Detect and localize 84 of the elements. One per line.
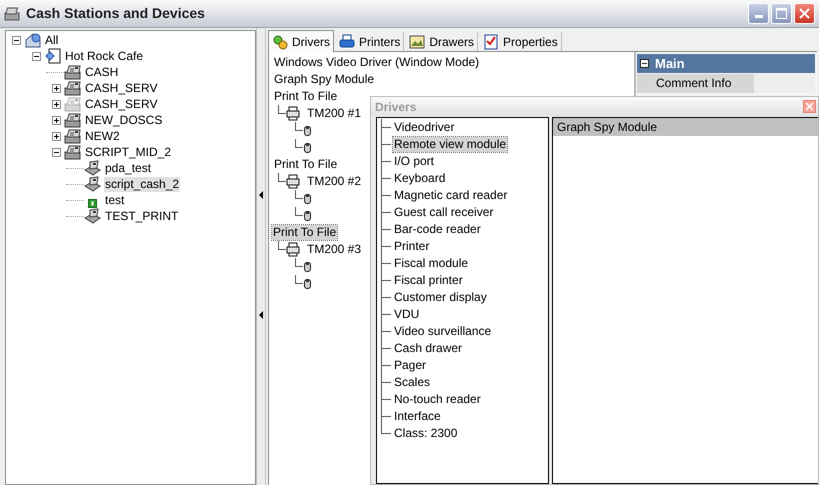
tree-item[interactable]: Hot Rock Cafe bbox=[64, 48, 144, 64]
terminal-icon bbox=[84, 176, 101, 192]
list-item[interactable]: Guest call receiver bbox=[393, 205, 494, 220]
list-item[interactable]: Fiscal printer bbox=[393, 273, 464, 288]
tree-toggle[interactable] bbox=[52, 84, 61, 92]
picture-icon bbox=[409, 34, 426, 50]
tree-toggle[interactable] bbox=[32, 52, 41, 60]
list-item[interactable]: Windows Video Driver (Window Mode) bbox=[272, 54, 482, 71]
tree-toggle[interactable] bbox=[12, 36, 21, 44]
tree-item[interactable]: test bbox=[104, 192, 126, 208]
tree-item[interactable]: CASH bbox=[84, 64, 120, 80]
gears-icon bbox=[272, 34, 288, 50]
tab[interactable]: Printers bbox=[336, 32, 404, 51]
section-header[interactable]: Main bbox=[637, 54, 815, 73]
tree-item[interactable]: CASH_SERV bbox=[84, 80, 158, 96]
list-item[interactable]: VDU bbox=[393, 307, 420, 322]
list-item[interactable]: Print To File bbox=[272, 88, 340, 105]
property-name: Comment Info bbox=[637, 74, 754, 93]
tree-item[interactable]: NEW2 bbox=[84, 128, 121, 144]
module-icon bbox=[88, 198, 97, 208]
minimize-icon bbox=[754, 15, 762, 18]
checklist-icon bbox=[483, 34, 500, 50]
list-item[interactable]: Remote view module bbox=[393, 137, 508, 152]
dialog-title: Drivers bbox=[375, 98, 416, 116]
list-item[interactable]: Cash drawer bbox=[393, 341, 464, 356]
list-item[interactable]: No-touch reader bbox=[393, 392, 482, 407]
list-item[interactable]: Customer display bbox=[393, 290, 488, 305]
tree-item[interactable]: script_cash_2 bbox=[104, 176, 180, 192]
list-item[interactable]: Print To File bbox=[272, 225, 338, 240]
list-item[interactable]: TM200 #1 bbox=[305, 105, 364, 122]
close-icon bbox=[799, 8, 810, 19]
list-item[interactable]: TM200 #3 bbox=[305, 241, 364, 258]
minimize-button[interactable] bbox=[748, 3, 769, 24]
device-icon bbox=[303, 124, 312, 136]
list-item[interactable]: TM200 #2 bbox=[305, 173, 364, 190]
device-icon bbox=[303, 278, 312, 290]
tab[interactable]: Properties bbox=[480, 32, 562, 51]
tree-toggle[interactable] bbox=[52, 148, 61, 156]
printer-icon bbox=[286, 242, 300, 257]
window-title: Cash Stations and Devices bbox=[26, 4, 205, 23]
device-icon bbox=[303, 142, 312, 154]
list-item[interactable]: Bar-code reader bbox=[393, 222, 482, 237]
tree-item[interactable]: NEW_DOSCS bbox=[84, 112, 164, 128]
list-item[interactable]: Keyboard bbox=[393, 171, 446, 186]
printer-icon bbox=[286, 174, 300, 189]
list-item[interactable]: Magnetic card reader bbox=[393, 188, 508, 203]
printer-icon bbox=[339, 34, 355, 50]
list-item[interactable]: Interface bbox=[393, 409, 442, 424]
close-button[interactable] bbox=[803, 100, 816, 113]
list-item[interactable]: Video surveillance bbox=[393, 324, 492, 339]
terminal-icon bbox=[84, 208, 101, 224]
collapse-icon[interactable] bbox=[640, 59, 649, 68]
maximize-button[interactable] bbox=[771, 3, 792, 24]
maximize-icon bbox=[776, 8, 787, 19]
collapse-left-icon[interactable] bbox=[258, 311, 264, 319]
tree-item[interactable]: SCRIPT_MID_2 bbox=[84, 144, 172, 160]
list-item[interactable]: Graph Spy Module bbox=[272, 71, 376, 88]
tab[interactable]: Drivers bbox=[268, 30, 334, 52]
house-icon bbox=[24, 32, 41, 48]
tree-toggle[interactable] bbox=[52, 116, 61, 124]
list-item[interactable]: Videodriver bbox=[393, 120, 456, 135]
tree-item[interactable]: TEST_PRINT bbox=[104, 208, 180, 224]
device-icon bbox=[303, 260, 312, 272]
list-item[interactable]: Fiscal module bbox=[393, 256, 470, 271]
collapse-left-icon[interactable] bbox=[258, 191, 264, 199]
close-icon bbox=[806, 103, 813, 110]
site-icon bbox=[44, 48, 61, 64]
list-item[interactable]: Pager bbox=[393, 358, 428, 373]
section-title: Main bbox=[655, 54, 685, 73]
list-item[interactable]: Class: 2300 bbox=[393, 426, 458, 441]
tree-item[interactable]: pda_test bbox=[104, 160, 152, 176]
terminal-icon bbox=[84, 160, 101, 176]
device-icon bbox=[303, 210, 312, 222]
tree-item[interactable]: All bbox=[44, 32, 60, 48]
list-item[interactable]: Graph Spy Module bbox=[553, 118, 818, 136]
tab[interactable]: Drawers bbox=[406, 32, 478, 51]
list-item[interactable]: Print To File bbox=[272, 156, 340, 173]
tree-toggle[interactable] bbox=[52, 132, 61, 140]
list-item[interactable]: Scales bbox=[393, 375, 432, 390]
printer-icon bbox=[286, 106, 300, 121]
list-item[interactable]: Printer bbox=[393, 239, 430, 254]
cash-register-icon bbox=[4, 6, 22, 22]
list-item[interactable]: I/O port bbox=[393, 154, 436, 169]
device-icon bbox=[303, 192, 312, 204]
